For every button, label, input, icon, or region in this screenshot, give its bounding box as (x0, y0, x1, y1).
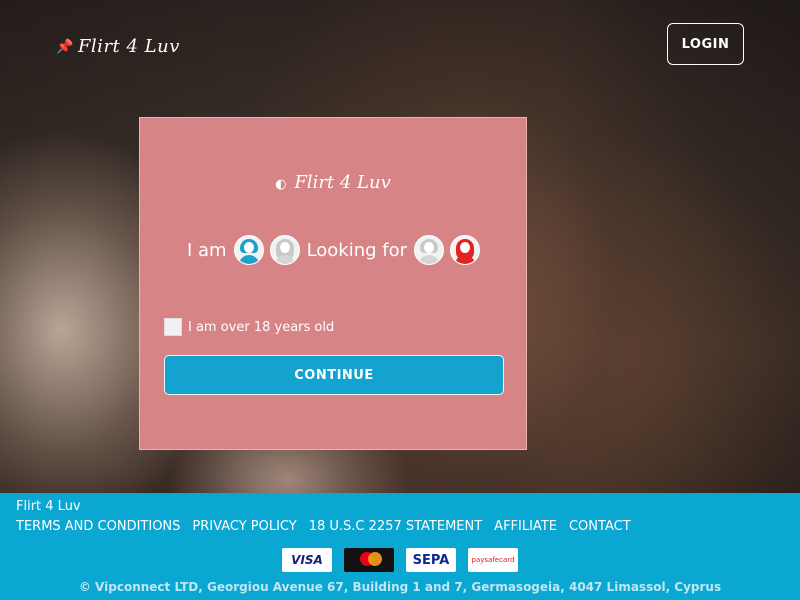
looking-for-female-option[interactable] (450, 235, 481, 265)
looking-for-label: Looking for (306, 239, 408, 261)
visa-logo: VISA (282, 548, 332, 572)
payment-methods: VISA SEPA paysafecard (0, 548, 800, 572)
footer-link-contact[interactable]: CONTACT (569, 519, 631, 534)
i-am-label: I am (186, 239, 227, 261)
page: 📌 Flirt 4 Luv LOGIN ◐ Flirt 4 Luv I am L… (0, 0, 800, 600)
login-button[interactable]: LOGIN (667, 23, 744, 65)
footer-links: TERMS AND CONDITIONS PRIVACY POLICY 18 U… (16, 519, 631, 534)
looking-for-male-option[interactable] (414, 235, 445, 265)
card-logo: ◐ Flirt 4 Luv (140, 172, 526, 193)
footer-link-affiliate[interactable]: AFFILIATE (494, 519, 557, 534)
i-am-female-option[interactable] (269, 235, 300, 265)
footer: Flirt 4 Luv TERMS AND CONDITIONS PRIVACY… (0, 493, 800, 600)
footer-link-2257[interactable]: 18 U.S.C 2257 STATEMENT (309, 519, 482, 534)
copyright-text: © Vipconnect LTD, Georgiou Avenue 67, Bu… (78, 580, 722, 594)
heart-icon: ◐ (275, 177, 287, 192)
gender-selector: I am Looking for (140, 235, 526, 265)
age-confirmation: I am over 18 years old (164, 318, 334, 336)
age-checkbox-label[interactable]: I am over 18 years old (188, 320, 334, 335)
paysafecard-logo: paysafecard (468, 548, 518, 572)
i-am-male-option[interactable] (233, 235, 264, 265)
pin-icon: 📌 (56, 38, 74, 55)
sepa-logo: SEPA (406, 548, 456, 572)
footer-brand: Flirt 4 Luv (16, 499, 81, 514)
age-checkbox[interactable] (164, 318, 182, 336)
footer-link-privacy[interactable]: PRIVACY POLICY (192, 519, 296, 534)
card-logo-text: Flirt 4 Luv (294, 172, 391, 193)
footer-link-terms[interactable]: TERMS AND CONDITIONS (16, 519, 180, 534)
site-logo-text: Flirt 4 Luv (77, 36, 180, 57)
continue-button[interactable]: CONTINUE (164, 355, 504, 395)
mastercard-logo (344, 548, 394, 572)
signup-card: ◐ Flirt 4 Luv I am Looking for I am over… (139, 117, 527, 450)
site-logo[interactable]: 📌 Flirt 4 Luv (56, 36, 180, 57)
